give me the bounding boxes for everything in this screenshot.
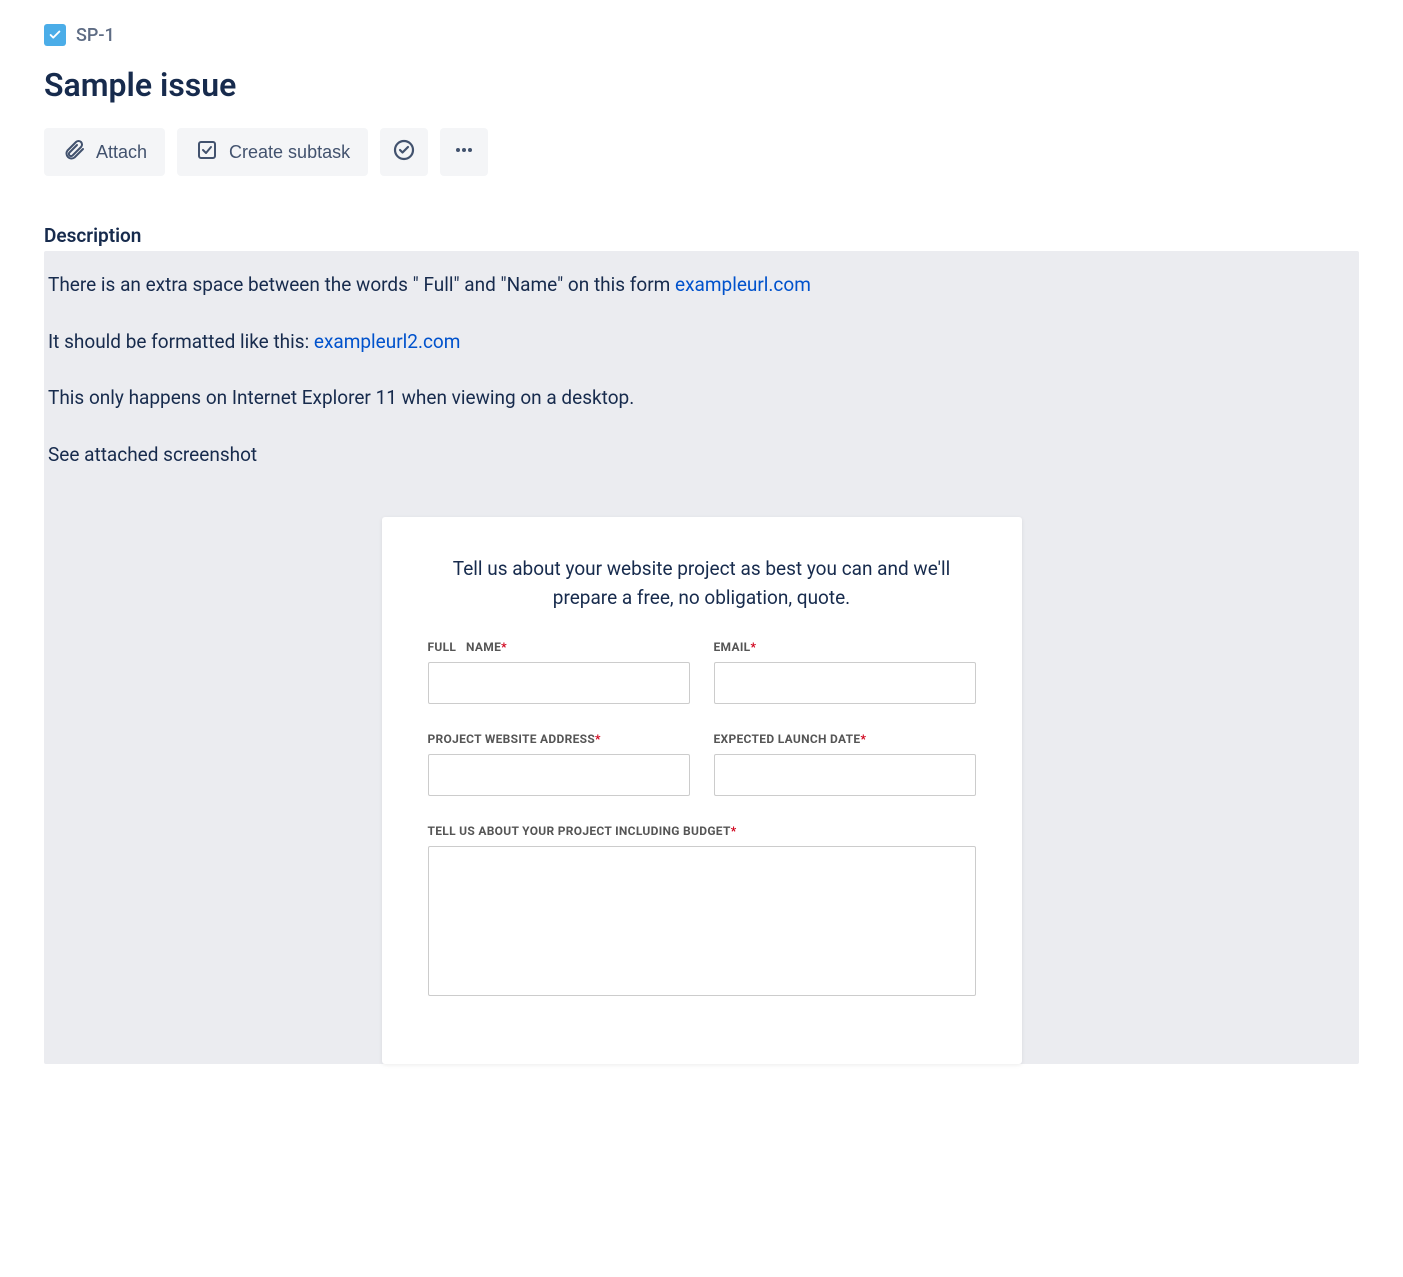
full-name-label: FULL NAME* <box>428 640 690 654</box>
subtask-icon <box>195 138 219 167</box>
issue-key-link[interactable]: SP-1 <box>76 25 115 46</box>
attach-label: Attach <box>96 142 147 163</box>
screenshot-form: Tell us about your website project as be… <box>382 517 1022 1064</box>
description-content[interactable]: There is an extra space between the word… <box>44 251 1359 1064</box>
description-paragraph: This only happens on Internet Explorer 1… <box>44 384 1359 413</box>
tell-us-label: TELL US ABOUT YOUR PROJECT INCLUDING BUD… <box>428 824 976 838</box>
status-action-button[interactable] <box>380 128 428 176</box>
checkmark-circle-icon <box>392 138 416 167</box>
issue-toolbar: Attach Create subtask <box>44 128 1359 176</box>
attach-button[interactable]: Attach <box>44 128 165 176</box>
create-subtask-label: Create subtask <box>229 142 350 163</box>
project-website-input <box>428 754 690 796</box>
launch-date-input <box>714 754 976 796</box>
launch-date-label: EXPECTED LAUNCH DATE* <box>714 732 976 746</box>
create-subtask-button[interactable]: Create subtask <box>177 128 368 176</box>
tell-us-textarea <box>428 846 976 996</box>
full-name-input <box>428 662 690 704</box>
description-heading: Description <box>44 224 1359 247</box>
form-field-launch-date: EXPECTED LAUNCH DATE* <box>714 732 976 796</box>
paperclip-icon <box>62 138 86 167</box>
attachment-preview: Tell us about your website project as be… <box>44 497 1359 1064</box>
form-field-project-website: PROJECT WEBSITE ADDRESS* <box>428 732 690 796</box>
example-url2-link[interactable]: exampleurl2.com <box>314 330 461 353</box>
description-paragraph: There is an extra space between the word… <box>44 271 1359 300</box>
form-field-tell-us: TELL US ABOUT YOUR PROJECT INCLUDING BUD… <box>428 824 976 1000</box>
form-field-email: EMAIL* <box>714 640 976 704</box>
more-actions-button[interactable] <box>440 128 488 176</box>
desc-text: It should be formatted like this: <box>48 330 314 353</box>
email-label: EMAIL* <box>714 640 976 654</box>
form-field-full-name: FULL NAME* <box>428 640 690 704</box>
email-input <box>714 662 976 704</box>
issue-type-task-icon[interactable] <box>44 24 66 46</box>
issue-title[interactable]: Sample issue <box>44 66 1359 104</box>
description-paragraph: See attached screenshot <box>44 441 1359 470</box>
desc-text: There is an extra space between the word… <box>48 273 675 296</box>
more-horizontal-icon <box>452 138 476 167</box>
description-paragraph: It should be formatted like this: exampl… <box>44 328 1359 357</box>
form-intro-text: Tell us about your website project as be… <box>428 555 976 612</box>
breadcrumb: SP-1 <box>44 24 1359 46</box>
example-url-link[interactable]: exampleurl.com <box>675 273 811 296</box>
project-website-label: PROJECT WEBSITE ADDRESS* <box>428 732 690 746</box>
